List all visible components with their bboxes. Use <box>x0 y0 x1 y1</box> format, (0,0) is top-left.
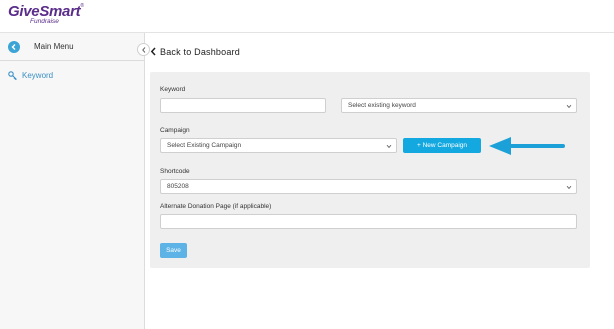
back-to-dashboard-link[interactable]: Back to Dashboard <box>150 45 300 59</box>
key-icon <box>8 71 17 80</box>
keyword-label: Keyword <box>160 86 186 93</box>
logo-subtitle: Fundraise <box>30 18 59 25</box>
back-to-dashboard-label: Back to Dashboard <box>160 47 240 57</box>
givesmart-logo[interactable]: GiveSmart® Fundraise <box>8 3 85 25</box>
main-menu-label: Main Menu <box>34 42 74 51</box>
annotation-arrow-icon <box>489 137 565 155</box>
shortcode-select[interactable]: 805208 <box>160 179 577 194</box>
sidebar-collapse-button[interactable] <box>137 43 150 56</box>
sidebar-item-label: Keyword <box>22 71 54 80</box>
save-button[interactable]: Save <box>160 243 187 258</box>
campaign-select-value: Select Existing Campaign <box>167 142 242 149</box>
chevron-down-icon <box>566 104 572 109</box>
top-bar: GiveSmart® Fundraise <box>0 0 614 33</box>
campaign-label: Campaign <box>160 127 190 134</box>
chevron-left-icon <box>150 47 156 56</box>
keyword-form-card: Keyword Select existing keyword Campaign… <box>150 72 590 268</box>
back-circle-icon <box>8 41 20 53</box>
sidebar-item-keyword[interactable]: Keyword <box>8 70 128 82</box>
shortcode-select-value: 805208 <box>167 183 189 190</box>
alternate-donation-page-input[interactable] <box>160 214 577 229</box>
alternate-donation-page-label: Alternate Donation Page (if applicable) <box>160 203 272 210</box>
shortcode-label: Shortcode <box>160 168 190 175</box>
chevron-left-icon <box>142 47 146 53</box>
existing-keyword-select-value: Select existing keyword <box>348 102 416 109</box>
campaign-select[interactable]: Select Existing Campaign <box>160 138 397 153</box>
logo-trademark: ® <box>80 3 85 9</box>
main-menu-header[interactable]: Main Menu <box>0 33 145 61</box>
sidebar: Main Menu Keyword <box>0 33 145 329</box>
new-campaign-button[interactable]: + New Campaign <box>403 138 481 153</box>
existing-keyword-select[interactable]: Select existing keyword <box>341 98 577 113</box>
keyword-input[interactable] <box>160 98 326 113</box>
chevron-down-icon <box>566 185 572 190</box>
chevron-down-icon <box>386 144 392 149</box>
